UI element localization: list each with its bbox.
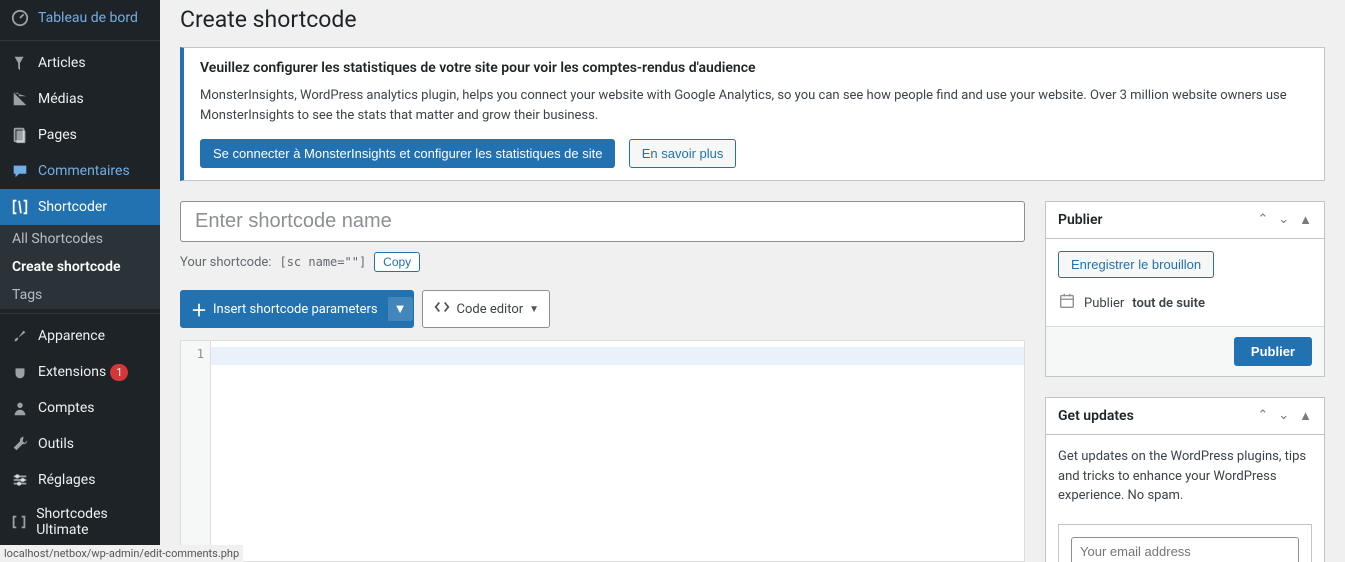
sidebar-label: Pages	[38, 127, 77, 143]
code-editor-area[interactable]: 1	[180, 340, 1025, 562]
pin-icon	[10, 53, 30, 73]
shortcoder-submenu: All Shortcodes Create shortcode Tags	[0, 225, 160, 309]
sidebar-item-medias[interactable]: Médias	[0, 81, 160, 117]
monsterinsights-notice: Veuillez configurer les statistiques de …	[180, 47, 1325, 181]
submenu-all-shortcodes[interactable]: All Shortcodes	[0, 225, 160, 253]
sidebar-item-articles[interactable]: Articles	[0, 45, 160, 81]
triangle-up-icon[interactable]: ▲	[1299, 408, 1312, 424]
your-shortcode-label: Your shortcode:	[180, 255, 271, 270]
triangle-up-icon[interactable]: ▲	[1299, 212, 1312, 228]
plugin-icon	[10, 362, 30, 382]
brackets-icon	[10, 512, 28, 532]
updates-box-title: Get updates	[1058, 408, 1134, 424]
notice-text: MonsterInsights, WordPress analytics plu…	[200, 86, 1308, 125]
page-title: Create shortcode	[180, 6, 1325, 33]
extensions-badge: 1	[110, 364, 128, 381]
shortcode-name-input[interactable]	[180, 201, 1025, 242]
calendar-icon	[1058, 292, 1076, 314]
sidebar-item-extensions[interactable]: Extensions 1	[0, 354, 160, 390]
status-url: localhost/netbox/wp-admin/edit-comments.…	[0, 545, 243, 562]
sidebar-label: Apparence	[38, 328, 105, 344]
sidebar-item-pages[interactable]: Pages	[0, 117, 160, 153]
insert-parameters-button[interactable]: ＋ Insert shortcode parameters ▼	[180, 290, 414, 328]
code-editor-dropdown[interactable]: Code editor ▼	[422, 290, 551, 328]
sidebar-item-shortcoder[interactable]: Shortcoder	[0, 189, 160, 225]
sidebar-label: Commentaires	[38, 163, 130, 179]
active-line	[211, 347, 1024, 365]
chevron-down-icon[interactable]: ⌄	[1278, 212, 1289, 228]
sidebar-label: Articles	[38, 55, 86, 71]
media-icon	[10, 89, 30, 109]
code-textarea[interactable]	[211, 341, 1024, 561]
publish-label: Publier	[1084, 296, 1124, 311]
brush-icon	[10, 326, 30, 346]
sidebar-item-tools[interactable]: Outils	[0, 426, 160, 462]
sidebar-item-appearance[interactable]: Apparence	[0, 318, 160, 354]
sidebar-item-users[interactable]: Comptes	[0, 390, 160, 426]
sidebar-label: Shortcoder	[38, 199, 107, 215]
copy-button[interactable]: Copy	[374, 252, 420, 272]
chevron-up-icon[interactable]: ⌃	[1257, 408, 1268, 424]
pages-icon	[10, 125, 30, 145]
connect-button[interactable]: Se connecter à MonsterInsights et config…	[200, 139, 615, 168]
sidebar-item-dashboard[interactable]: Tableau de bord	[0, 0, 160, 36]
publish-button[interactable]: Publier	[1234, 337, 1312, 366]
notice-title: Veuillez configurer les statistiques de …	[200, 60, 1308, 76]
sidebar-label: Réglages	[38, 472, 95, 488]
updates-text: Get updates on the WordPress plugins, ti…	[1058, 447, 1312, 506]
brackets-icon	[10, 197, 30, 217]
main-content: Create shortcode Veuillez configurer les…	[160, 0, 1345, 562]
publish-value: tout de suite	[1132, 296, 1205, 311]
sidebar-item-comments[interactable]: Commentaires	[0, 153, 160, 189]
updates-meta-box: Get updates ⌃ ⌄ ▲ Get updates on the Wor…	[1045, 397, 1325, 562]
caret-down-icon: ▼	[529, 304, 539, 315]
comment-icon	[10, 161, 30, 181]
sidebar-label: Médias	[38, 91, 84, 107]
sidebar-label: Comptes	[38, 400, 94, 416]
caret-down-icon: ▼	[388, 297, 413, 321]
editor-gutter: 1	[181, 341, 211, 561]
publish-meta-box: Publier ⌃ ⌄ ▲ Enregistrer le brouillon P…	[1045, 201, 1325, 377]
admin-sidebar: Tableau de bord Articles Médias Pages Co…	[0, 0, 160, 562]
line-number: 1	[181, 347, 204, 361]
insert-params-label: Insert shortcode parameters	[213, 302, 378, 317]
submenu-create-shortcode[interactable]: Create shortcode	[0, 253, 160, 281]
sidebar-label: Shortcodes Ultimate	[36, 506, 152, 538]
chevron-down-icon[interactable]: ⌄	[1278, 408, 1289, 424]
publish-box-title: Publier	[1058, 212, 1103, 228]
sidebar-label: Extensions	[38, 364, 106, 380]
email-input[interactable]	[1071, 537, 1299, 562]
sidebar-label: Outils	[38, 436, 74, 452]
save-draft-button[interactable]: Enregistrer le brouillon	[1058, 251, 1214, 278]
code-editor-label: Code editor	[457, 302, 524, 317]
chevron-up-icon[interactable]: ⌃	[1257, 212, 1268, 228]
code-icon	[433, 298, 451, 320]
dashboard-icon	[10, 8, 30, 28]
your-shortcode-code: [sc name=""]	[279, 255, 366, 269]
submenu-tags[interactable]: Tags	[0, 281, 160, 309]
sidebar-item-settings[interactable]: Réglages	[0, 462, 160, 498]
plus-icon: ＋	[191, 297, 207, 321]
sliders-icon	[10, 470, 30, 490]
wrench-icon	[10, 434, 30, 454]
sidebar-label: Tableau de bord	[38, 10, 138, 26]
learn-more-button[interactable]: En savoir plus	[629, 139, 737, 168]
sidebar-item-shortcodes-ultimate[interactable]: Shortcodes Ultimate	[0, 498, 160, 546]
user-icon	[10, 398, 30, 418]
